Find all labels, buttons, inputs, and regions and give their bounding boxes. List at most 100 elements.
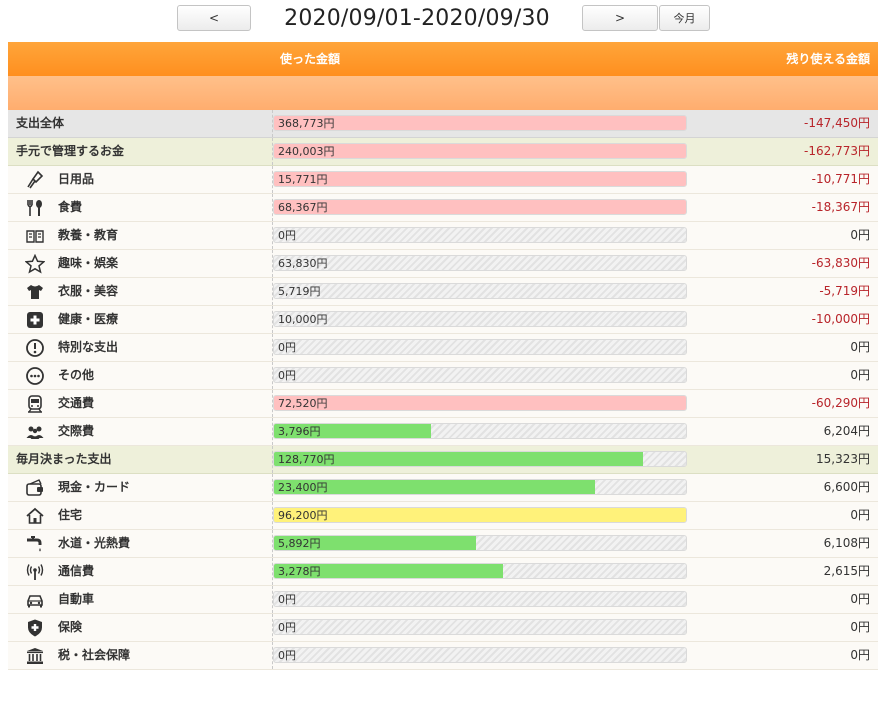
budget-progress-fill [274,172,686,186]
remaining-amount: 0円 [850,592,870,606]
category-row[interactable]: 保険 0円 0円 [8,614,878,642]
previous-month-button[interactable]: < [177,5,251,31]
exclamation-icon [25,338,45,358]
row-label: 食費 [58,200,83,214]
this-month-button[interactable]: 今月 [659,5,710,31]
book-icon [25,226,45,246]
fork-spoon-icon [25,198,45,218]
header-band [8,76,878,110]
budget-progress-bar: 0円 [273,339,687,355]
spent-amount: 3,796円 [278,425,321,438]
next-month-button[interactable]: > [582,5,658,31]
budget-progress-bar: 5,719円 [273,283,687,299]
period-title: 2020/09/01-2020/09/30 [284,6,550,31]
row-label: 趣味・娯楽 [58,256,119,270]
category-row[interactable]: 交通費 72,520円 -60,290円 [8,390,878,418]
spent-amount: 0円 [278,593,296,606]
row-label: 日用品 [58,172,95,186]
group-row[interactable]: 毎月決まった支出 128,770円 15,323円 [8,446,878,474]
spent-amount: 5,719円 [278,285,321,298]
group-row[interactable]: 手元で管理するお金 240,003円 -162,773円 [8,138,878,166]
budget-progress-fill [274,116,686,130]
faucet-icon [25,534,45,554]
remaining-amount: 6,108円 [823,536,870,550]
shirt-icon [25,282,45,302]
brush-icon [25,170,45,190]
budget-progress-fill [274,508,686,522]
remaining-amount: -147,450円 [804,116,870,130]
remaining-amount: 2,615円 [823,564,870,578]
row-label: 健康・医療 [58,312,119,326]
category-row[interactable]: 自動車 0円 0円 [8,586,878,614]
budget-table: 使った金額 残り使える金額 支出全体 368,773円 -147,450円手元で管理… [8,42,878,670]
row-label: 支出全体 [16,116,65,130]
category-row[interactable]: 現金・カード 23,400円 6,600円 [8,474,878,502]
row-label: 交通費 [58,396,95,410]
table-header: 使った金額 残り使える金額 [8,42,878,76]
category-row[interactable]: 教養・教育 0円 0円 [8,222,878,250]
remaining-amount: -10,000円 [811,312,870,326]
remaining-amount: -63,830円 [811,256,870,270]
row-label: 保険 [58,620,83,634]
remaining-amount: 0円 [850,620,870,634]
antenna-icon [25,562,45,582]
budget-progress-fill [274,396,686,410]
budget-progress-bar: 5,892円 [273,535,687,551]
row-label: 現金・カード [58,480,131,494]
budget-progress-bar: 0円 [273,367,687,383]
budget-progress-bar: 68,367円 [273,199,687,215]
category-row[interactable]: 健康・医療 10,000円 -10,000円 [8,306,878,334]
remaining-amount: 6,204円 [823,424,870,438]
spent-amount: 96,200円 [278,509,328,522]
building-icon [25,646,45,666]
budget-progress-fill [274,200,686,214]
budget-rows: 支出全体 368,773円 -147,450円手元で管理するお金 240,003円 -1… [8,110,878,670]
spent-amount: 63,830円 [278,257,328,270]
budget-progress-bar: 15,771円 [273,171,687,187]
total-row[interactable]: 支出全体 368,773円 -147,450円 [8,110,878,138]
budget-progress-bar: 96,200円 [273,507,687,523]
row-label: 手元で管理するお金 [16,144,125,158]
category-row[interactable]: 住宅 96,200円 0円 [8,502,878,530]
budget-progress-bar: 3,796円 [273,423,687,439]
budget-progress-fill [274,144,686,158]
spent-amount: 128,770円 [278,453,335,466]
spent-amount: 0円 [278,229,296,242]
category-row[interactable]: 趣味・娯楽 63,830円 -63,830円 [8,250,878,278]
budget-progress-bar: 3,278円 [273,563,687,579]
medical-cross-icon [25,310,45,330]
category-row[interactable]: 日用品 15,771円 -10,771円 [8,166,878,194]
more-icon [25,366,45,386]
row-label: 水道・光熱費 [58,536,131,550]
train-icon [25,394,45,414]
category-row[interactable]: 交際費 3,796円 6,204円 [8,418,878,446]
budget-progress-bar: 0円 [273,591,687,607]
category-row[interactable]: 通信費 3,278円 2,615円 [8,558,878,586]
spent-amount: 240,003円 [278,145,335,158]
remaining-amount: 0円 [850,508,870,522]
budget-progress-bar: 23,400円 [273,479,687,495]
budget-progress-bar: 128,770円 [273,451,687,467]
row-label: 自動車 [58,592,95,606]
category-row[interactable]: 衣服・美容 5,719円 -5,719円 [8,278,878,306]
remaining-amount: 15,323円 [816,452,870,466]
spent-amount: 72,520円 [278,397,328,410]
remaining-amount: -60,290円 [811,396,870,410]
row-label: 教養・教育 [58,228,119,242]
remaining-amount: 0円 [850,368,870,382]
category-row[interactable]: 食費 68,367円 -18,367円 [8,194,878,222]
category-row[interactable]: 特別な支出 0円 0円 [8,334,878,362]
row-label: 毎月決まった支出 [16,452,112,466]
row-label: 通信費 [58,564,95,578]
period-navigation: < 2020/09/01-2020/09/30 > 今月 [0,0,890,40]
spent-amount: 23,400円 [278,481,328,494]
spent-amount: 0円 [278,621,296,634]
remaining-amount: -18,367円 [811,200,870,214]
category-row[interactable]: その他 0円 0円 [8,362,878,390]
budget-progress-bar: 72,520円 [273,395,687,411]
category-row[interactable]: 水道・光熱費 5,892円 6,108円 [8,530,878,558]
remaining-amount: 0円 [850,228,870,242]
category-row[interactable]: 税・社会保障 0円 0円 [8,642,878,670]
budget-progress-bar: 0円 [273,619,687,635]
budget-progress-bar: 10,000円 [273,311,687,327]
